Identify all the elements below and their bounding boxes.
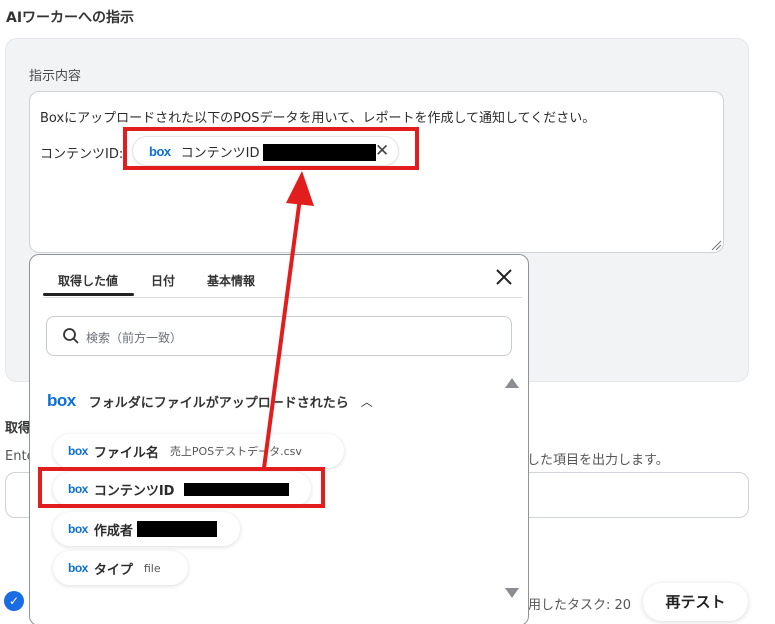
chevron-up-icon[interactable]: ︿ xyxy=(361,393,373,410)
search-icon xyxy=(63,328,79,344)
trigger-group-header[interactable]: box フォルダにファイルがアップロードされたら ︿ xyxy=(47,391,373,411)
search-placeholder: 検索（前方一致） xyxy=(86,331,183,345)
item-value: file xyxy=(143,561,161,575)
item-name: ファイル名 xyxy=(93,445,159,461)
resize-grip-icon[interactable] xyxy=(710,239,722,251)
tab-acquired-values[interactable]: 取得した値 xyxy=(58,272,118,289)
item-value: 売上POSテストデータ.csv xyxy=(169,445,302,458)
instruction-label: 指示内容 xyxy=(29,69,82,84)
output-desc-end: した項目を出力します。 xyxy=(527,453,669,468)
item-name: 作成者 xyxy=(93,523,133,539)
item-name: タイプ xyxy=(93,562,133,578)
box-logo-icon: box xyxy=(68,444,88,458)
tab-basic-info[interactable]: 基本情報 xyxy=(207,272,255,289)
box-logo-icon: box xyxy=(68,561,88,575)
scroll-down-icon[interactable] xyxy=(505,588,519,598)
close-icon[interactable] xyxy=(493,266,515,288)
list-item-file-name[interactable]: box ファイル名 売上POSテストデータ.csv xyxy=(53,434,344,468)
box-logo-icon: box xyxy=(47,391,76,410)
scroll-up-icon[interactable] xyxy=(505,378,519,388)
retest-button[interactable]: 再テスト xyxy=(643,583,748,621)
active-tab-indicator xyxy=(43,293,134,296)
check-icon: ✓ xyxy=(4,591,24,611)
group-title: フォルダにファイルがアップロードされたら xyxy=(88,395,349,411)
redacted-value xyxy=(136,521,217,537)
highlight-token-box xyxy=(123,127,419,170)
output-label: 取得 xyxy=(5,421,32,436)
tab-date[interactable]: 日付 xyxy=(151,272,175,289)
tab-divider xyxy=(43,297,522,298)
list-item-type[interactable]: box タイプ file xyxy=(53,551,188,585)
highlight-item-box xyxy=(38,467,325,508)
section-title: AIワーカーへの指示 xyxy=(6,10,135,26)
instruction-text-prefix: コンテンツID: xyxy=(40,147,124,162)
list-item-creator[interactable]: box 作成者 xyxy=(53,512,240,546)
task-count: 用したタスク: 20 xyxy=(528,598,632,613)
instruction-text-line1: Boxにアップロードされた以下のPOSデータを用いて、レポートを作成して通知して… xyxy=(40,111,596,126)
box-logo-icon: box xyxy=(68,522,88,536)
